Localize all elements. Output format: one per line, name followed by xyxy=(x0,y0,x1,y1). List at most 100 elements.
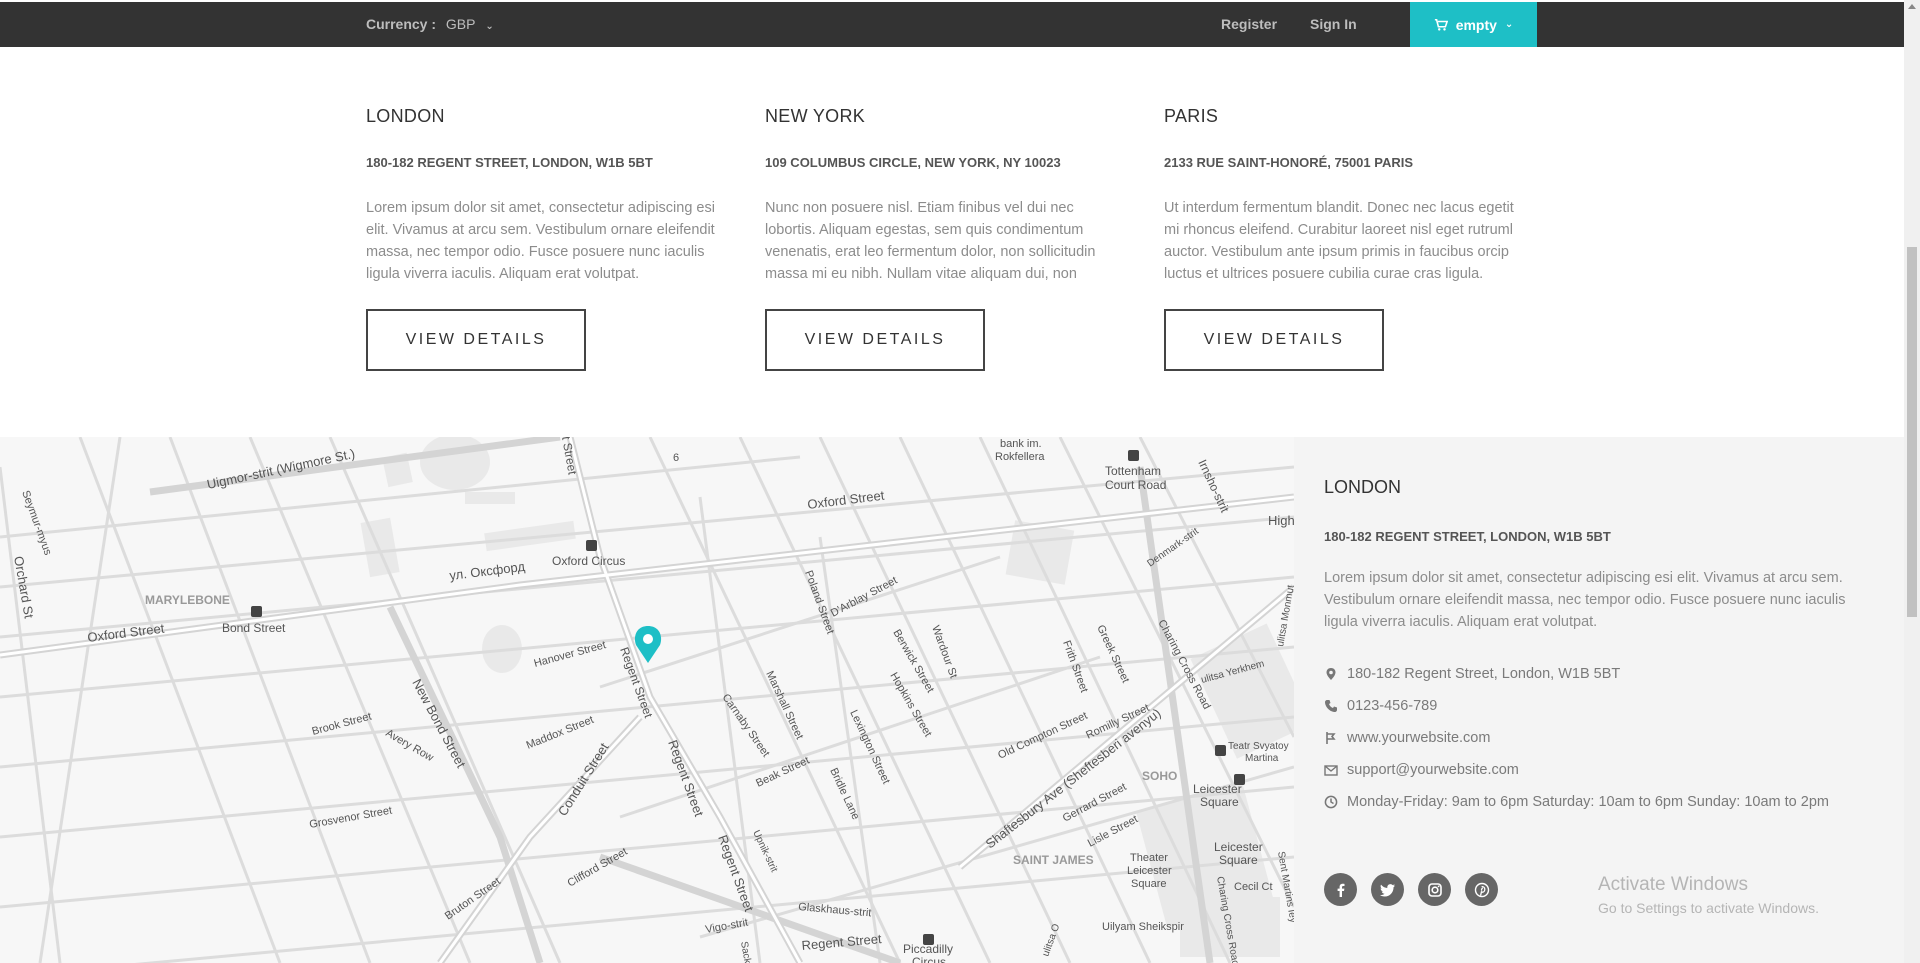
contact-email[interactable]: support@yourwebsite.com xyxy=(1324,762,1519,778)
map-label: Beak Street xyxy=(754,755,811,790)
contact-hours-text: Monday-Friday: 9am to 6pm Saturday: 10am… xyxy=(1347,794,1829,810)
info-address: 180-182 REGENT STREET, LONDON, W1B 5BT xyxy=(1324,529,1611,544)
map-label: Vigo-strit xyxy=(704,917,749,936)
contact-email-link[interactable]: support@yourwebsite.com xyxy=(1347,762,1519,778)
map-label: High xyxy=(1268,513,1294,528)
location-column-london: LONDON 180-182 REGENT STREET, LONDON, W1… xyxy=(366,106,726,371)
facebook-icon xyxy=(1337,883,1344,897)
view-details-button[interactable]: VIEW DETAILS xyxy=(1164,309,1384,371)
map-label: bank im. xyxy=(1000,438,1042,450)
map-label: Wardour St xyxy=(929,624,959,680)
contact-website[interactable]: www.yourwebsite.com xyxy=(1324,730,1490,746)
location-description: Lorem ipsum dolor sit amet, consectetur … xyxy=(366,200,715,282)
map-label: Bond Street xyxy=(222,621,286,635)
map-label: SAINT JAMES xyxy=(1013,853,1094,867)
pinterest-button[interactable] xyxy=(1465,873,1498,906)
map-label: ulitsa Monmut xyxy=(1275,584,1294,647)
map-canvas[interactable]: Seymur-myus Uigmor-strit (Wigmore St.) O… xyxy=(0,437,1294,963)
map-label: Circus xyxy=(912,955,946,963)
map-label: MARYLEBONE xyxy=(145,593,230,607)
map-label: Leicester xyxy=(1214,840,1263,854)
location-description: Ut interdum fermentum blandit. Donec nec… xyxy=(1164,200,1514,282)
facebook-button[interactable] xyxy=(1324,873,1357,906)
map-label: Glaskhaus-strit xyxy=(798,901,872,919)
map-label: Maddox Street xyxy=(525,714,596,752)
map-label: Carnaby Street xyxy=(720,692,772,759)
currency-label: Currency : xyxy=(366,16,437,32)
map-label: Poland Street xyxy=(802,569,836,636)
twitter-button[interactable] xyxy=(1371,873,1404,906)
map-label: Square xyxy=(1219,853,1258,867)
scroll-up-arrow-icon[interactable] xyxy=(1908,4,1916,9)
register-link[interactable]: Register xyxy=(1221,16,1277,32)
contact-address: 180-182 Regent Street, London, W1B 5BT xyxy=(1324,666,1620,682)
location-description: Nunc non posuere nisl. Etiam finibus vel… xyxy=(765,200,1096,282)
map[interactable]: Seymur-myus Uigmor-strit (Wigmore St.) O… xyxy=(0,437,1294,963)
map-label: Martina xyxy=(1245,753,1279,764)
info-description: Lorem ipsum dolor sit amet, consectetur … xyxy=(1324,570,1846,630)
contact-phone: 0123-456-789 xyxy=(1324,698,1437,714)
map-label: ул. Оксфорд xyxy=(449,559,527,583)
location-title: NEW YORK xyxy=(765,106,866,126)
map-label: Theater xyxy=(1130,852,1168,864)
top-bar: Currency : GBP ⌄ Register Sign In empty … xyxy=(0,2,1904,47)
contact-address-text: 180-182 Regent Street, London, W1B 5BT xyxy=(1347,666,1621,682)
map-label: SOHO xyxy=(1142,769,1177,783)
cart-button[interactable]: empty ⌄ xyxy=(1410,2,1537,47)
map-label: Square xyxy=(1200,795,1239,809)
envelope-icon xyxy=(1324,765,1338,776)
map-label: Seymur-myus xyxy=(19,489,54,557)
view-details-button[interactable]: VIEW DETAILS xyxy=(765,309,985,371)
currency-selector[interactable]: Currency : GBP ⌄ xyxy=(366,16,494,32)
cart-icon xyxy=(1434,18,1448,31)
phone-icon xyxy=(1325,700,1337,712)
location-title: PARIS xyxy=(1164,106,1219,126)
map-label: D'Arblay Street xyxy=(829,574,900,619)
location-title: LONDON xyxy=(366,106,445,126)
chevron-down-icon: ⌄ xyxy=(485,21,494,32)
instagram-icon xyxy=(1427,882,1442,897)
instagram-button[interactable] xyxy=(1418,873,1451,906)
map-label: Rokfellera xyxy=(995,451,1045,463)
info-panel: LONDON 180-182 REGENT STREET, LONDON, W1… xyxy=(1294,437,1904,963)
location-column-paris: PARIS 2133 RUE SAINT-HONORÉ, 75001 PARIS… xyxy=(1164,106,1524,371)
map-label: Court Road xyxy=(1105,478,1166,492)
watermark-title: Activate Windows xyxy=(1598,874,1748,895)
chevron-down-icon: ⌄ xyxy=(1504,19,1514,30)
location-address: 109 COLUMBUS CIRCLE, NEW YORK, NY 10023 xyxy=(765,155,1061,170)
map-label: Leicester xyxy=(1127,865,1172,877)
map-label: Old Compton Street xyxy=(996,710,1089,762)
sign-in-link[interactable]: Sign In xyxy=(1310,16,1357,32)
map-label: Marshall Street xyxy=(763,669,805,741)
map-label: Teatr Svyatoy xyxy=(1228,741,1289,752)
windows-activation-watermark: Activate Windows Go to Settings to activ… xyxy=(1598,874,1819,916)
map-label: Sack xyxy=(738,941,753,963)
map-label: 6 xyxy=(673,452,679,464)
pinterest-icon xyxy=(1474,882,1489,897)
cart-label: empty xyxy=(1455,16,1497,33)
map-label: Avery Row xyxy=(384,727,436,764)
location-address: 2133 RUE SAINT-HONORÉ, 75001 PARIS xyxy=(1164,155,1414,170)
map-label: Conduit Street xyxy=(555,740,612,819)
clock-icon xyxy=(1324,795,1338,809)
contact-website-link[interactable]: www.yourwebsite.com xyxy=(1347,730,1490,746)
globe-icon xyxy=(1326,732,1336,744)
map-label: Square xyxy=(1131,878,1166,890)
watermark-subtitle: Go to Settings to activate Windows. xyxy=(1598,900,1819,916)
contact-hours: Monday-Friday: 9am to 6pm Saturday: 10am… xyxy=(1324,794,1829,810)
map-marker-icon xyxy=(1326,668,1336,680)
map-label: Greek Street xyxy=(1094,623,1131,685)
map-label: Uilyam Sheikspir xyxy=(1102,921,1184,933)
location-column-new-york: NEW YORK 109 COLUMBUS CIRCLE, NEW YORK, … xyxy=(765,106,1125,371)
scrollbar-thumb[interactable] xyxy=(1907,247,1917,617)
map-label: Cecil Ct xyxy=(1234,881,1273,893)
info-title: LONDON xyxy=(1324,477,1402,497)
currency-value: GBP xyxy=(445,16,476,32)
twitter-icon xyxy=(1379,883,1395,896)
view-details-button[interactable]: VIEW DETAILS xyxy=(366,309,586,371)
map-label: Tottenham xyxy=(1105,464,1161,478)
page-scrollbar[interactable] xyxy=(1904,0,1920,963)
contact-phone-text: 0123-456-789 xyxy=(1347,698,1438,714)
location-address: 180-182 REGENT STREET, LONDON, W1B 5BT xyxy=(366,155,653,170)
map-label: t Street xyxy=(559,437,580,476)
